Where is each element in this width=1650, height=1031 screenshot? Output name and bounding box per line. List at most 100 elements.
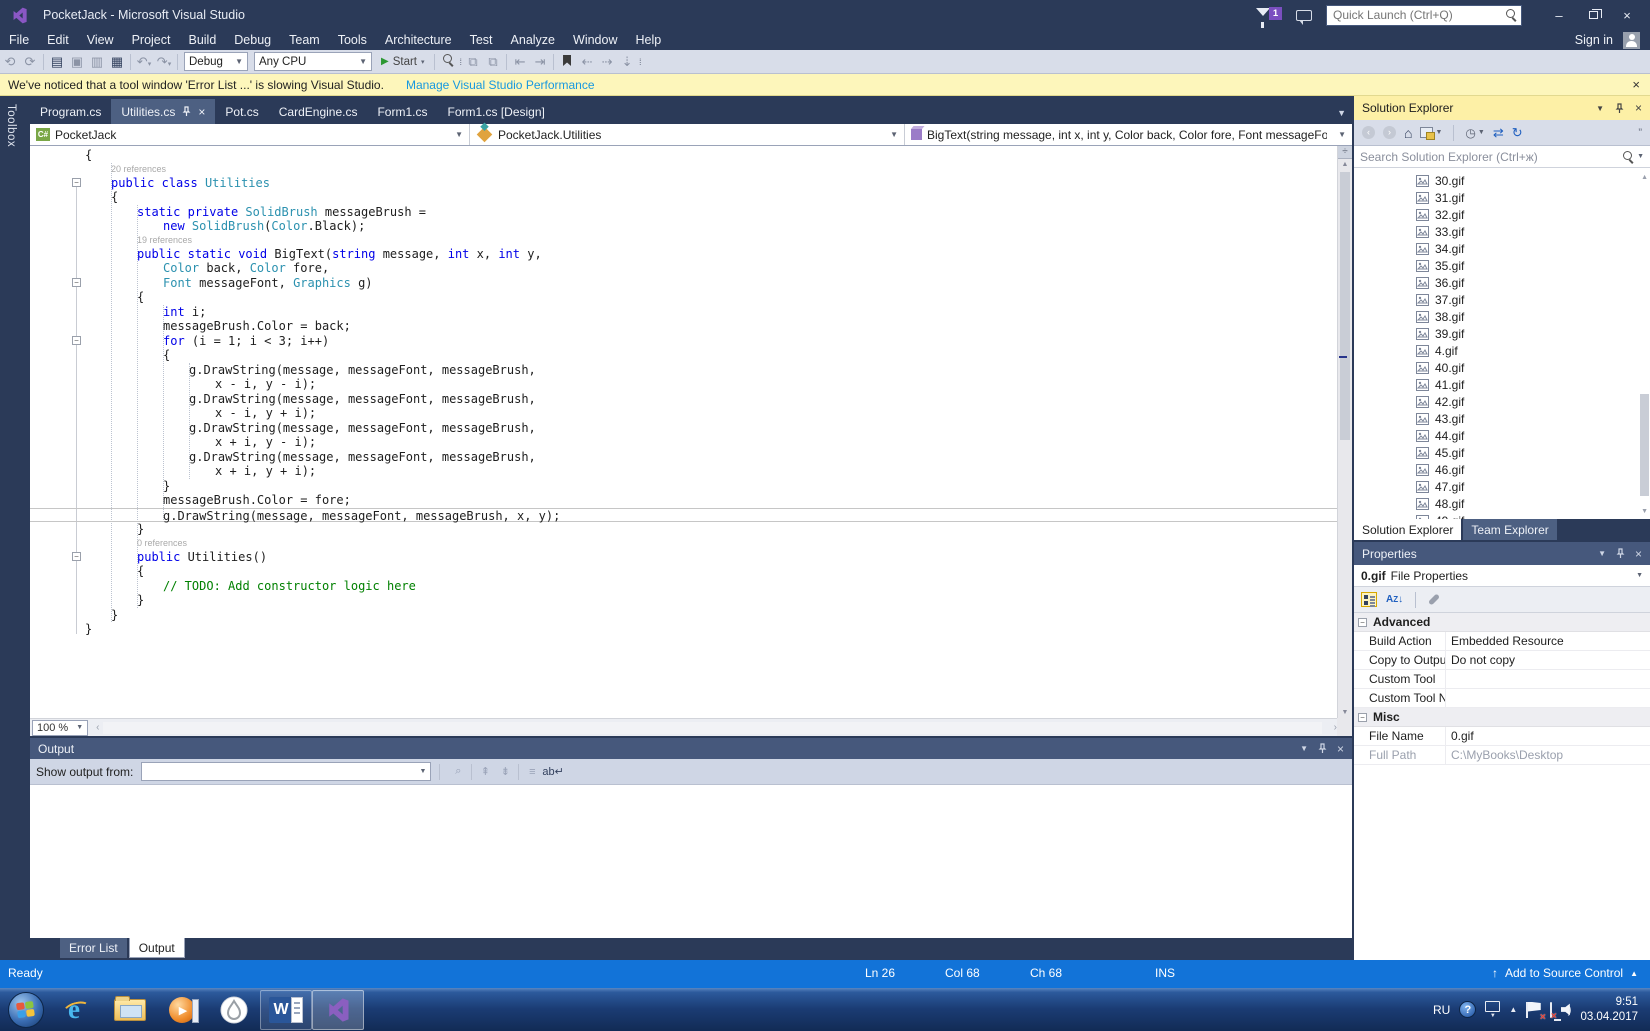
taskbar-app-start[interactable] [0,990,52,1030]
codelens-references[interactable]: 19 references [30,234,1337,247]
solution-explorer-file[interactable]: 37.gif [1354,291,1650,308]
solution-explorer-file[interactable]: 45.gif [1354,444,1650,461]
sign-in-link[interactable]: Sign in [1575,33,1613,47]
document-tab[interactable]: Form1.cs [367,99,437,124]
pin-icon[interactable] [1318,743,1327,754]
collapse-region-icon[interactable]: − [72,336,81,345]
code-line[interactable]: { [30,290,1337,305]
find-in-files-icon[interactable] [438,54,458,69]
code-line[interactable]: } [30,522,1337,537]
minimize-button[interactable]: – [1544,4,1574,26]
refresh-icon[interactable]: ↻ [1512,125,1523,141]
code-line[interactable]: Color back, Color fore, [30,261,1337,276]
add-to-source-control-button[interactable]: ↑ Add to Source Control ▲ [1492,966,1638,980]
code-line[interactable]: public Utilities()− [30,550,1337,565]
solution-explorer-file[interactable]: 42.gif [1354,393,1650,410]
code-line[interactable]: x - i, y - i); [30,377,1337,392]
property-value[interactable]: 0.gif [1446,727,1650,745]
code-line[interactable]: messageBrush.Color = back; [30,319,1337,334]
solution-explorer-file[interactable]: 44.gif [1354,427,1650,444]
property-value[interactable] [1446,670,1650,688]
pin-tab-icon[interactable] [182,106,191,117]
alphabetical-sort-icon[interactable]: AZ↓ [1386,594,1403,605]
menu-tools[interactable]: Tools [329,30,376,50]
code-line[interactable]: x + i, y + i); [30,464,1337,479]
menu-view[interactable]: View [78,30,123,50]
property-value[interactable]: C:\MyBooks\Desktop [1446,746,1650,764]
solution-explorer-file[interactable]: 36.gif [1354,274,1650,291]
solution-platform-dropdown[interactable]: Any CPU▼ [254,52,372,71]
action-center-icon[interactable]: × [1526,1002,1541,1018]
vertical-scrollbar[interactable]: ÷ ▲ ▼ [1337,146,1352,718]
close-button[interactable]: × [1612,4,1642,26]
property-row[interactable]: Build ActionEmbedded Resource [1354,632,1650,651]
properties-object-dropdown[interactable]: 0.gif File Properties ▼ [1354,565,1650,587]
solution-explorer-file[interactable]: 47.gif [1354,478,1650,495]
clear-bookmarks-icon[interactable]: ⇣ [617,54,637,70]
property-row[interactable]: Copy to Output IDo not copy [1354,651,1650,670]
solution-explorer-file[interactable]: 35.gif [1354,257,1650,274]
collapse-region-icon[interactable]: − [72,178,81,187]
menu-analyze[interactable]: Analyze [502,30,564,50]
code-line[interactable]: } [30,593,1337,608]
forward-icon[interactable]: › [1383,126,1396,139]
member-dropdown[interactable]: BigText(string message, int x, int y, Co… [905,124,1352,145]
menu-team[interactable]: Team [280,30,329,50]
previous-message-icon[interactable]: ⇞ [475,765,495,778]
help-tray-icon[interactable]: ? [1459,1001,1476,1018]
code-line[interactable]: { [30,190,1337,205]
toolbox-tab[interactable]: Toolbox [5,104,17,147]
scrollbar-thumb[interactable] [1340,172,1350,440]
window-position-dropdown-icon[interactable]: ▼ [1596,104,1604,113]
codelens-references[interactable]: 20 references [30,163,1337,176]
code-line[interactable]: } [30,479,1337,494]
solution-explorer-file[interactable]: 33.gif [1354,223,1650,240]
solution-explorer-file[interactable]: 49.gif [1354,512,1650,519]
document-tab[interactable]: Program.cs [30,99,111,124]
scroll-down-icon[interactable]: ▼ [1338,709,1352,716]
tab-output[interactable]: Output [129,938,185,958]
window-position-dropdown-icon[interactable]: ▼ [1300,744,1308,753]
menu-debug[interactable]: Debug [225,30,280,50]
next-bookmark-icon[interactable]: ⇢ [597,54,617,70]
tab-solution-explorer[interactable]: Solution Explorer [1354,519,1461,540]
volume-icon[interactable]: ) [1561,1003,1572,1016]
sync-with-active-document-icon[interactable]: ⇄ [1493,125,1504,141]
back-icon[interactable]: ‹ [1362,126,1375,139]
menu-file[interactable]: File [0,30,38,50]
taskbar-app-internet-explorer[interactable]: e [52,990,104,1030]
collapse-icon[interactable]: − [1358,713,1367,722]
code-area[interactable]: {20 referencespublic class Utilities−{st… [30,146,1337,718]
show-hidden-icons-icon[interactable]: ▲ [1509,1005,1517,1014]
code-line[interactable]: // TODO: Add constructor logic here [30,579,1337,594]
collapse-region-icon[interactable]: − [72,552,81,561]
show-all-files-icon[interactable]: ▼ [1420,127,1442,138]
quick-launch-box[interactable] [1326,5,1522,26]
new-project-icon[interactable]: ▤ [47,54,67,70]
menu-help[interactable]: Help [626,30,670,50]
code-line[interactable]: } [30,608,1337,623]
code-line[interactable]: { [30,564,1337,579]
property-value[interactable]: Do not copy [1446,651,1650,669]
code-line[interactable]: for (i = 1; i < 3; i++)− [30,334,1337,349]
solution-explorer-file[interactable]: 46.gif [1354,461,1650,478]
toolbar-overflow-icon[interactable]: ⁞ [639,57,641,67]
solution-explorer-file[interactable]: 39.gif [1354,325,1650,342]
code-line[interactable]: int i; [30,305,1337,320]
notifications-icon[interactable]: 1 [1256,6,1282,24]
save-icon[interactable]: ▥ [87,54,107,70]
code-line[interactable]: g.DrawString(message, messageFont, messa… [30,450,1337,465]
home-icon[interactable]: ⌂ [1404,125,1412,141]
properties-header[interactable]: Properties ▼ × [1354,542,1650,565]
solution-explorer-file[interactable]: 32.gif [1354,206,1650,223]
language-indicator[interactable]: RU [1433,1003,1450,1017]
property-row[interactable]: Custom Tool Nai [1354,689,1650,708]
decrease-indent-icon[interactable]: ⇤ [510,54,530,70]
type-dropdown[interactable]: PocketJack.Utilities ▼ [470,124,905,145]
menu-edit[interactable]: Edit [38,30,78,50]
window-position-dropdown-icon[interactable]: ▼ [1598,549,1606,558]
solution-explorer-file[interactable]: 38.gif [1354,308,1650,325]
code-line[interactable]: public class Utilities− [30,176,1337,191]
property-pages-icon[interactable] [1428,593,1440,605]
solution-explorer-file[interactable]: 31.gif [1354,189,1650,206]
